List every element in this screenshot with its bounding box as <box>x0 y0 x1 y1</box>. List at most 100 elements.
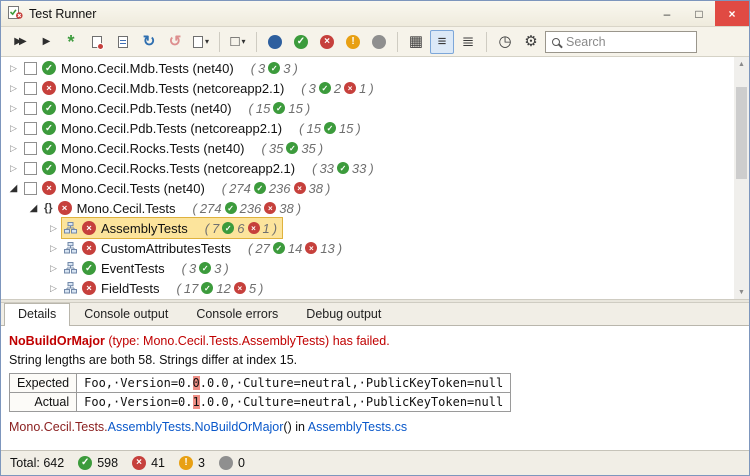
status-passed-icon: ✓ <box>42 101 56 115</box>
test-checkbox[interactable] <box>24 162 37 175</box>
tab-debug-output[interactable]: Debug output <box>292 303 395 325</box>
tree-scrollbar[interactable]: ▲ ▼ <box>734 57 749 299</box>
window-controls: – □ × <box>651 1 749 26</box>
passed-count-icon: ✓ <box>222 222 234 234</box>
settings-button[interactable]: ⚙ <box>519 30 543 54</box>
run-list-button[interactable] <box>111 30 135 54</box>
tree-row-content[interactable]: ×AssemblyTests(7✓6×1) <box>62 218 282 238</box>
status-failed-icon: × <box>42 81 56 95</box>
tab-console-output[interactable]: Console output <box>70 303 182 325</box>
expander-collapsed-icon[interactable]: ▷ <box>5 143 22 154</box>
stack-trace: Mono.Cecil.Tests.AssemblyTests.NoBuildOr… <box>9 420 741 434</box>
tab-console-errors[interactable]: Console errors <box>182 303 292 325</box>
filter-failed-button[interactable]: × <box>315 30 339 54</box>
tree-row[interactable]: ▷✓Mono.Cecil.Mdb.Tests (net40)(3✓3) <box>1 58 749 78</box>
run-options-dropdown[interactable]: ▾ <box>189 30 213 54</box>
expander-collapsed-icon[interactable]: ▷ <box>45 263 62 274</box>
expander-collapsed-icon[interactable]: ▷ <box>5 83 22 94</box>
tree-row[interactable]: ◢×Mono.Cecil.Tests (net40)(274✓236×38) <box>1 178 749 198</box>
maximize-button[interactable]: □ <box>683 1 715 26</box>
tree-row-content[interactable]: {}×Mono.Cecil.Tests(274✓236×38) <box>42 198 306 218</box>
tree-row[interactable]: ▷✓Mono.Cecil.Rocks.Tests (net40)(35✓35) <box>1 138 749 158</box>
repeat-icon: ↺ <box>169 34 182 49</box>
diff-highlight: 0 <box>193 376 200 390</box>
scrollbar-track[interactable] <box>734 71 749 285</box>
search-input[interactable] <box>566 35 690 49</box>
filter-notrun-button[interactable] <box>367 30 391 54</box>
view-tree-button[interactable]: ≣ <box>456 30 480 54</box>
tree-row[interactable]: ▷✓Mono.Cecil.Rocks.Tests (netcoreapp2.1)… <box>1 158 749 178</box>
test-checkbox[interactable] <box>24 102 37 115</box>
filter-passed-button[interactable]: ✓ <box>289 30 313 54</box>
tree-row[interactable]: ▷✓EventTests(3✓3) <box>1 258 749 278</box>
test-checkbox[interactable] <box>24 182 37 195</box>
test-name: FieldTests <box>101 281 160 296</box>
tab-details[interactable]: Details <box>4 303 70 326</box>
expander-expanded-icon[interactable]: ◢ <box>5 183 22 194</box>
timer-button[interactable]: ◷ <box>493 30 517 54</box>
tree-row-content[interactable]: ✓EventTests(3✓3) <box>62 258 234 278</box>
tree-row-content[interactable]: ✓Mono.Cecil.Pdb.Tests (net40)(15✓15) <box>22 98 315 118</box>
class-icon <box>64 282 77 294</box>
window-icon: □ <box>230 34 239 49</box>
gear-icon: ⚙ <box>524 34 537 49</box>
expander-expanded-icon[interactable]: ◢ <box>25 203 42 214</box>
close-button[interactable]: × <box>715 1 749 26</box>
run-new-tests-button[interactable]: * <box>59 30 83 54</box>
test-name: Mono.Cecil.Pdb.Tests (netcoreapp2.1) <box>61 121 282 136</box>
repeat-run-button[interactable]: ↺ <box>163 30 187 54</box>
filter-all-button[interactable] <box>263 30 287 54</box>
test-checkbox[interactable] <box>24 122 37 135</box>
passed-count-icon: ✓ <box>268 62 280 74</box>
tree-row-content[interactable]: ✓Mono.Cecil.Rocks.Tests (net40)(35✓35) <box>22 138 328 158</box>
tree-row-content[interactable]: ✓Mono.Cecil.Pdb.Tests (netcoreapp2.1)(15… <box>22 118 366 138</box>
toolbar-separator <box>397 32 398 52</box>
tree-row-content[interactable]: ✓Mono.Cecil.Mdb.Tests (net40)(3✓3) <box>22 58 303 78</box>
toolbar: ▶▶ ▶ * ↻ ↺ ▾ □▾ ✓ × ! ▦ ≡ ≣ ◷ ⚙ <box>1 27 749 57</box>
file-link[interactable]: AssemblyTests.cs <box>308 420 407 434</box>
expander-collapsed-icon[interactable]: ▷ <box>45 243 62 254</box>
group-by-button[interactable]: ▦ <box>404 30 428 54</box>
tree-row-content[interactable]: ×CustomAttributesTests(27✓14×13) <box>62 238 347 258</box>
scroll-down-icon[interactable]: ▼ <box>734 285 749 299</box>
title-bar[interactable]: Test Runner – □ × <box>1 1 749 27</box>
refresh-button[interactable]: ↻ <box>137 30 161 54</box>
expander-collapsed-icon[interactable]: ▷ <box>5 123 22 134</box>
test-checkbox[interactable] <box>24 62 37 75</box>
failed-count: 41 <box>151 456 165 470</box>
class-icon <box>64 262 77 274</box>
expander-collapsed-icon[interactable]: ▷ <box>5 163 22 174</box>
expander-collapsed-icon[interactable]: ▷ <box>5 63 22 74</box>
tree-row[interactable]: ▷×Mono.Cecil.Mdb.Tests (netcoreapp2.1)(3… <box>1 78 749 98</box>
tree-row[interactable]: ◢{}×Mono.Cecil.Tests(274✓236×38) <box>1 198 749 218</box>
view-options-dropdown[interactable]: □▾ <box>226 30 250 54</box>
assertion-message: String lengths are both 58. Strings diff… <box>9 353 741 367</box>
run-all-tests-button[interactable]: ▶▶ <box>7 30 31 54</box>
scrollbar-thumb[interactable] <box>736 87 747 179</box>
rerun-failed-tests-button[interactable] <box>85 30 109 54</box>
test-checkbox[interactable] <box>24 142 37 155</box>
tree-row[interactable]: ▷✓Mono.Cecil.Pdb.Tests (net40)(15✓15) <box>1 98 749 118</box>
method-link[interactable]: NoBuildOrMajor <box>195 420 284 434</box>
scroll-up-icon[interactable]: ▲ <box>734 57 749 71</box>
view-flat-list-button[interactable]: ≡ <box>430 30 454 54</box>
status-failed-icon: × <box>42 181 56 195</box>
filter-warning-button[interactable]: ! <box>341 30 365 54</box>
tree-row[interactable]: ▷×FieldTests(17✓12×5) <box>1 278 749 298</box>
run-selected-tests-button[interactable]: ▶ <box>33 30 57 54</box>
test-checkbox[interactable] <box>24 82 37 95</box>
passed-count-icon: ✓ <box>201 282 213 294</box>
tree-row-content[interactable]: ×Mono.Cecil.Mdb.Tests (netcoreapp2.1)(3✓… <box>22 78 379 98</box>
tree-row-content[interactable]: ×Mono.Cecil.Tests (net40)(274✓236×38) <box>22 178 335 198</box>
minimize-button[interactable]: – <box>651 1 683 26</box>
tree-row[interactable]: ▷✓Mono.Cecil.Pdb.Tests (netcoreapp2.1)(1… <box>1 118 749 138</box>
tree-row-content[interactable]: ×FieldTests(17✓12×5) <box>62 278 268 298</box>
tree-row[interactable]: ▷×AssemblyTests(7✓6×1) <box>1 218 749 238</box>
expander-collapsed-icon[interactable]: ▷ <box>45 223 62 234</box>
tree-row-content[interactable]: ✓Mono.Cecil.Rocks.Tests (netcoreapp2.1)(… <box>22 158 379 178</box>
expander-collapsed-icon[interactable]: ▷ <box>45 283 62 294</box>
class-link[interactable]: AssemblyTests <box>108 420 191 434</box>
expander-collapsed-icon[interactable]: ▷ <box>5 103 22 114</box>
tree-row[interactable]: ▷×CustomAttributesTests(27✓14×13) <box>1 238 749 258</box>
passed-count-icon: ✓ <box>319 82 331 94</box>
